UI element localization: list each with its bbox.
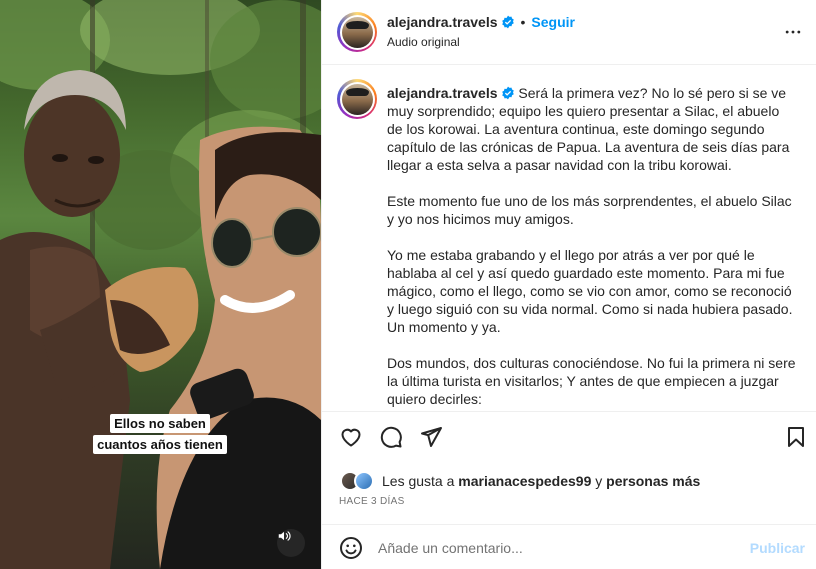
author-avatar[interactable]	[337, 12, 377, 52]
likes-prefix: Les gusta a	[382, 473, 455, 489]
video-caption: Ellos no saben cuantos años tienen	[86, 413, 234, 455]
author-username[interactable]: alejandra.travels	[387, 14, 498, 30]
add-comment-bar: Publicar	[322, 524, 816, 569]
like-button[interactable]	[339, 425, 363, 454]
share-button[interactable]	[419, 425, 443, 454]
liker-username[interactable]: marianacespedes99	[458, 473, 591, 489]
save-button[interactable]	[784, 425, 808, 454]
emoji-icon	[340, 537, 362, 559]
heart-icon	[341, 428, 361, 447]
post-timestamp[interactable]: HACE 3 DÍAS	[339, 496, 405, 507]
comment-icon	[380, 426, 402, 448]
speaker-icon	[278, 531, 291, 541]
verified-badge-icon	[501, 86, 514, 100]
more-options-button[interactable]	[783, 22, 803, 47]
reel-video[interactable]: Ellos no saben cuantos años tienen	[0, 0, 321, 569]
caption-paragraph-2: Este momento fue uno de los más sorprend…	[387, 193, 796, 227]
mute-button[interactable]	[277, 529, 305, 557]
send-icon	[421, 427, 442, 447]
caption-paragraph-1: alejandra.travels Será la primera vez? N…	[387, 84, 797, 174]
more-horizontal-icon	[785, 30, 801, 34]
comment-button[interactable]	[379, 425, 403, 454]
avatar-image	[341, 16, 373, 48]
caption-author-avatar[interactable]	[337, 79, 377, 119]
audio-label[interactable]: Audio original	[387, 35, 460, 49]
likes-summary: Les gusta a marianacespedes99 y personas…	[340, 470, 700, 492]
verified-badge-icon	[501, 15, 514, 29]
post-caption: alejandra.travels Será la primera vez? N…	[387, 84, 800, 411]
bookmark-icon	[788, 427, 804, 447]
comment-input[interactable]	[378, 537, 718, 559]
follow-button[interactable]: Seguir	[531, 14, 575, 30]
video-frame	[0, 0, 321, 569]
comments-area[interactable]: alejandra.travels Será la primera vez? N…	[322, 66, 816, 412]
liker-avatar[interactable]	[354, 471, 374, 491]
caption-username[interactable]: alejandra.travels	[387, 85, 498, 101]
caption-paragraph-4: Dos mundos, dos culturas conociéndose. N…	[387, 355, 800, 407]
publish-button[interactable]: Publicar	[750, 540, 805, 556]
emoji-button[interactable]	[339, 536, 363, 565]
avatar-image	[341, 83, 373, 115]
likes-connector: y	[595, 473, 603, 489]
caption-line-2: cuantos años tienen	[93, 435, 227, 454]
action-bar	[322, 425, 816, 457]
post-header: alejandra.travels • Seguir Audio original	[322, 0, 816, 65]
post-panel: alejandra.travels • Seguir Audio original …	[321, 0, 816, 569]
author-line: alejandra.travels • Seguir	[387, 14, 575, 32]
separator-dot: •	[520, 14, 526, 30]
caption-paragraph-3: Yo me estaba grabando y el llego por atr…	[387, 247, 797, 335]
likes-others-link[interactable]: personas más	[606, 473, 700, 489]
caption-line-1: Ellos no saben	[110, 414, 210, 433]
